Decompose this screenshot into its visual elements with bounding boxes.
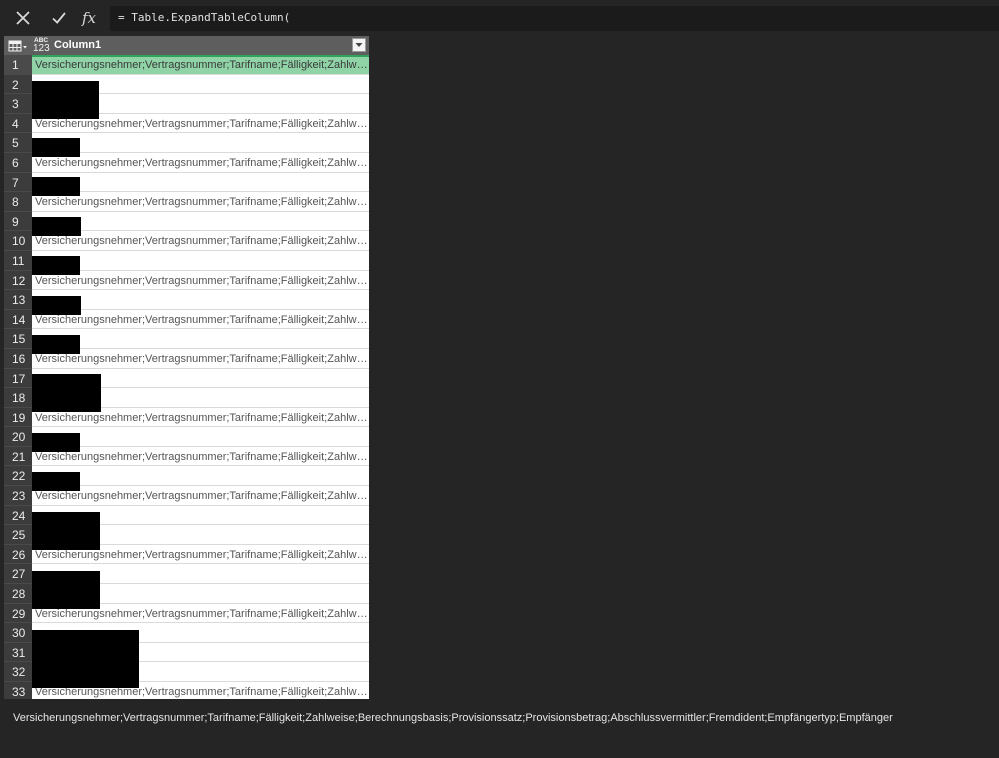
row-number[interactable]: 31 — [4, 642, 32, 663]
table-cell[interactable]: Versicherungsnehmer;Vertragsnummer;Tarif… — [32, 152, 369, 173]
redaction-block — [32, 630, 139, 688]
row-number[interactable]: 6 — [4, 152, 32, 173]
row-number[interactable]: 21 — [4, 446, 32, 467]
row-number[interactable]: 8 — [4, 192, 32, 212]
table-cell[interactable]: Versicherungsnehmer;Vertragsnummer;Tarif… — [32, 486, 369, 506]
fx-icon: fx — [81, 9, 96, 27]
row-number[interactable]: 30 — [4, 623, 32, 643]
redaction-block — [32, 177, 80, 196]
row-number[interactable]: 7 — [4, 172, 32, 193]
table-cell[interactable] — [32, 172, 369, 193]
row-number[interactable]: 14 — [4, 309, 32, 330]
row-number[interactable]: 23 — [4, 486, 32, 506]
row-number[interactable]: 33 — [4, 682, 32, 699]
row-number[interactable]: 27 — [4, 564, 32, 585]
row-number[interactable]: 3 — [4, 94, 32, 114]
row-number[interactable]: 19 — [4, 407, 32, 428]
table-cell[interactable]: Versicherungsnehmer;Vertragsnummer;Tarif… — [32, 55, 369, 75]
row-number[interactable]: 32 — [4, 662, 32, 682]
table-cell[interactable] — [32, 133, 369, 153]
row-number[interactable]: 26 — [4, 544, 32, 565]
redaction-block — [32, 256, 80, 275]
checkmark-icon — [52, 12, 66, 24]
cancel-button[interactable] — [9, 6, 37, 30]
table-cell[interactable] — [32, 250, 369, 271]
insert-function-button[interactable]: fx — [75, 6, 103, 30]
table-row[interactable]: 1 Versicherungsnehmer;Vertragsnummer;Tari… — [4, 55, 369, 75]
row-number[interactable]: 9 — [4, 211, 32, 232]
table-cell[interactable]: Versicherungsnehmer;Vertragsnummer;Tarif… — [32, 348, 369, 369]
table-cell[interactable]: Versicherungsnehmer;Vertragsnummer;Tarif… — [32, 192, 369, 212]
redaction-block — [32, 217, 81, 236]
table-menu-button[interactable] — [4, 36, 32, 55]
table-cell[interactable] — [32, 466, 369, 487]
row-number[interactable]: 2 — [4, 74, 32, 95]
formula-text: = Table.ExpandTableColumn( — [118, 11, 291, 24]
redaction-block — [32, 512, 100, 550]
redaction-block — [32, 571, 100, 609]
row-number[interactable]: 13 — [4, 290, 32, 310]
close-x-icon — [16, 11, 30, 25]
row-number[interactable]: 5 — [4, 133, 32, 153]
table-cell[interactable] — [32, 329, 369, 349]
value-preview-text: Versicherungsnehmer;Vertragsnummer;Tarif… — [13, 712, 893, 724]
redaction-block — [32, 433, 80, 452]
redaction-block — [32, 81, 99, 119]
formula-bar: fx = Table.ExpandTableColumn( — [0, 0, 999, 36]
row-number[interactable]: 24 — [4, 505, 32, 526]
redaction-block — [32, 296, 81, 315]
formula-input[interactable]: = Table.ExpandTableColumn( — [110, 6, 999, 31]
table-cell[interactable] — [32, 211, 369, 232]
value-preview-pane: Versicherungsnehmer;Vertragsnummer;Tarif… — [0, 703, 999, 758]
row-number[interactable]: 15 — [4, 329, 32, 349]
row-number[interactable]: 29 — [4, 603, 32, 624]
column-filter-button[interactable] — [352, 38, 366, 52]
redaction-block — [32, 335, 80, 354]
table-grid-icon — [8, 40, 27, 51]
table-cell[interactable] — [32, 427, 369, 447]
row-number[interactable]: 22 — [4, 466, 32, 487]
row-number[interactable]: 11 — [4, 250, 32, 271]
row-number[interactable]: 18 — [4, 388, 32, 408]
commit-button[interactable] — [45, 6, 73, 30]
data-grid: ABC 123 Column1 1 Versicherungsnehmer;Ver… — [4, 36, 369, 699]
table-cell[interactable]: Versicherungsnehmer;Vertragsnummer;Tarif… — [32, 446, 369, 467]
grid-header: ABC 123 Column1 — [4, 36, 369, 55]
table-cell[interactable]: Versicherungsnehmer;Vertragsnummer;Tarif… — [32, 309, 369, 330]
row-number[interactable]: 20 — [4, 427, 32, 447]
row-number[interactable]: 28 — [4, 584, 32, 604]
row-number[interactable]: 4 — [4, 113, 32, 134]
row-number[interactable]: 1 — [4, 55, 32, 75]
redaction-block — [32, 472, 80, 491]
table-cell[interactable]: Versicherungsnehmer;Vertragsnummer;Tarif… — [32, 270, 369, 291]
row-number[interactable]: 16 — [4, 348, 32, 369]
column-header-column1[interactable]: ABC 123 Column1 — [32, 36, 369, 55]
row-number[interactable]: 12 — [4, 270, 32, 291]
chevron-down-icon — [355, 43, 363, 47]
data-type-icon[interactable]: ABC 123 — [33, 37, 51, 54]
redaction-block — [32, 138, 80, 157]
grid-body: 1 Versicherungsnehmer;Vertragsnummer;Tari… — [4, 55, 369, 699]
table-cell[interactable] — [32, 290, 369, 310]
row-number[interactable]: 17 — [4, 368, 32, 389]
row-number[interactable]: 25 — [4, 525, 32, 545]
column-name: Column1 — [54, 39, 102, 51]
redaction-block — [32, 374, 101, 412]
row-number[interactable]: 10 — [4, 231, 32, 251]
table-cell[interactable]: Versicherungsnehmer;Vertragsnummer;Tarif… — [32, 231, 369, 251]
